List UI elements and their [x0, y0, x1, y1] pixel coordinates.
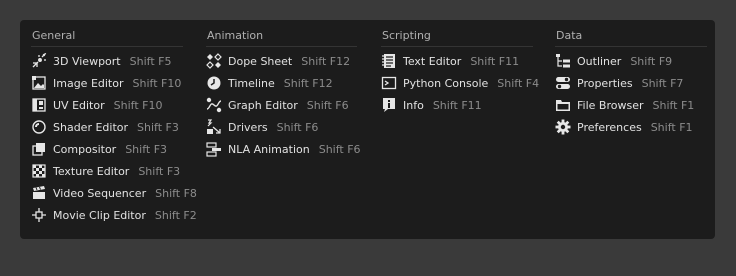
dope-sheet-icon: [206, 53, 222, 69]
menu-item-compositor[interactable]: Compositor Shift F3: [31, 138, 183, 160]
menu-item-uv-editor[interactable]: UV Editor Shift F10: [31, 94, 183, 116]
menu-item-shortcut: Shift F1: [652, 98, 695, 112]
menu-item-label: Preferences: [577, 120, 642, 134]
menu-item-graph-editor[interactable]: Graph Editor Shift F6: [206, 94, 357, 116]
menu-item-info[interactable]: Info Shift F11: [381, 94, 533, 116]
column-header: General: [31, 29, 183, 47]
menu-item-label: Outliner: [577, 54, 622, 68]
menu-item-python-console[interactable]: Python Console Shift F4: [381, 72, 539, 94]
menu-item-shortcut: Shift F8: [155, 186, 197, 200]
menu-item-label: Properties: [577, 76, 633, 90]
timeline-icon: [206, 75, 222, 91]
menu-item-dope-sheet[interactable]: Dope Sheet Shift F12: [206, 50, 357, 72]
menu-item-label: Texture Editor: [53, 164, 130, 178]
menu-item-label: Drivers: [228, 120, 268, 134]
menu-item-label: Info: [403, 98, 424, 112]
menu-item-text-editor[interactable]: Text Editor Shift F11: [381, 50, 533, 72]
column-scripting: Scripting Text Editor Shift F11 Python C…: [381, 29, 539, 116]
menu-item-shortcut: Shift F11: [470, 54, 520, 68]
menu-item-label: File Browser: [577, 98, 644, 112]
menu-item-shortcut: Shift F6: [276, 120, 319, 134]
menu-item-shortcut: Shift F5: [129, 54, 172, 68]
column-header: Scripting: [381, 29, 533, 47]
menu-item-label: Dope Sheet: [228, 54, 293, 68]
menu-item-label: Timeline: [228, 76, 275, 90]
column-animation: Animation Dope Sheet Shift F12 Timeline …: [206, 29, 361, 160]
text-editor-icon: [381, 53, 397, 69]
texture-editor-icon: [31, 163, 47, 179]
menu-item-label: Video Sequencer: [53, 186, 147, 200]
menu-item-shortcut: Shift F11: [432, 98, 482, 112]
menu-item-shortcut: Shift F7: [641, 76, 684, 90]
video-sequencer-icon: [31, 185, 47, 201]
menu-item-3d-viewport[interactable]: 3D Viewport Shift F5: [31, 50, 183, 72]
menu-item-movie-clip-editor[interactable]: Movie Clip Editor Shift F2: [31, 204, 197, 226]
graph-editor-icon: [206, 97, 222, 113]
drivers-icon: [206, 119, 222, 135]
menu-item-label: Shader Editor: [53, 120, 129, 134]
menu-item-timeline[interactable]: Timeline Shift F12: [206, 72, 357, 94]
menu-item-shortcut: Shift F3: [138, 164, 181, 178]
menu-item-shortcut: Shift F10: [113, 98, 163, 112]
menu-item-shortcut: Shift F4: [497, 76, 540, 90]
outliner-icon: [555, 53, 571, 69]
3d-viewport-icon: [31, 53, 47, 69]
column-general: General 3D Viewport Shift F5 Image Edito…: [31, 29, 197, 226]
uv-editor-icon: [31, 97, 47, 113]
editor-type-menu: General 3D Viewport Shift F5 Image Edito…: [20, 20, 715, 239]
menu-item-shortcut: Shift F6: [318, 142, 361, 156]
menu-item-label: Image Editor: [53, 76, 124, 90]
python-console-icon: [381, 75, 397, 91]
shader-editor-icon: [31, 119, 47, 135]
nla-icon: [206, 141, 222, 157]
menu-item-shortcut: Shift F9: [630, 54, 673, 68]
menu-item-shortcut: Shift F6: [306, 98, 349, 112]
menu-item-label: NLA Animation: [228, 142, 310, 156]
menu-item-nla-animation[interactable]: NLA Animation Shift F6: [206, 138, 361, 160]
menu-item-drivers[interactable]: Drivers Shift F6: [206, 116, 357, 138]
menu-item-properties[interactable]: Properties Shift F7: [555, 72, 707, 94]
column-header: Animation: [206, 29, 357, 47]
menu-item-shortcut: Shift F12: [283, 76, 333, 90]
menu-item-preferences[interactable]: Preferences Shift F1: [555, 116, 707, 138]
menu-item-shortcut: Shift F3: [125, 142, 168, 156]
menu-item-shortcut: Shift F1: [650, 120, 693, 134]
menu-item-label: 3D Viewport: [53, 54, 121, 68]
menu-item-shortcut: Shift F3: [137, 120, 179, 134]
preferences-icon: [555, 119, 571, 135]
compositor-icon: [31, 141, 47, 157]
movie-clip-editor-icon: [31, 207, 47, 223]
menu-item-file-browser[interactable]: File Browser Shift F1: [555, 94, 707, 116]
menu-item-label: Graph Editor: [228, 98, 298, 112]
menu-item-outliner[interactable]: Outliner Shift F9: [555, 50, 707, 72]
menu-item-label: UV Editor: [53, 98, 105, 112]
menu-item-video-sequencer[interactable]: Video Sequencer Shift F8: [31, 182, 197, 204]
menu-item-shader-editor[interactable]: Shader Editor Shift F3: [31, 116, 183, 138]
menu-item-label: Compositor: [53, 142, 117, 156]
column-header: Data: [555, 29, 707, 47]
properties-icon: [555, 75, 571, 91]
file-browser-icon: [555, 97, 571, 113]
menu-item-label: Movie Clip Editor: [53, 208, 146, 222]
menu-item-image-editor[interactable]: Image Editor Shift F10: [31, 72, 183, 94]
menu-item-shortcut: Shift F12: [301, 54, 351, 68]
info-icon: [381, 97, 397, 113]
image-editor-icon: [31, 75, 47, 91]
menu-item-shortcut: Shift F2: [154, 208, 197, 222]
menu-item-texture-editor[interactable]: Texture Editor Shift F3: [31, 160, 183, 182]
menu-item-shortcut: Shift F10: [132, 76, 182, 90]
menu-item-label: Python Console: [403, 76, 489, 90]
column-data: Data Outliner Shift F9 Properties Shift …: [555, 29, 707, 138]
menu-item-label: Text Editor: [403, 54, 462, 68]
